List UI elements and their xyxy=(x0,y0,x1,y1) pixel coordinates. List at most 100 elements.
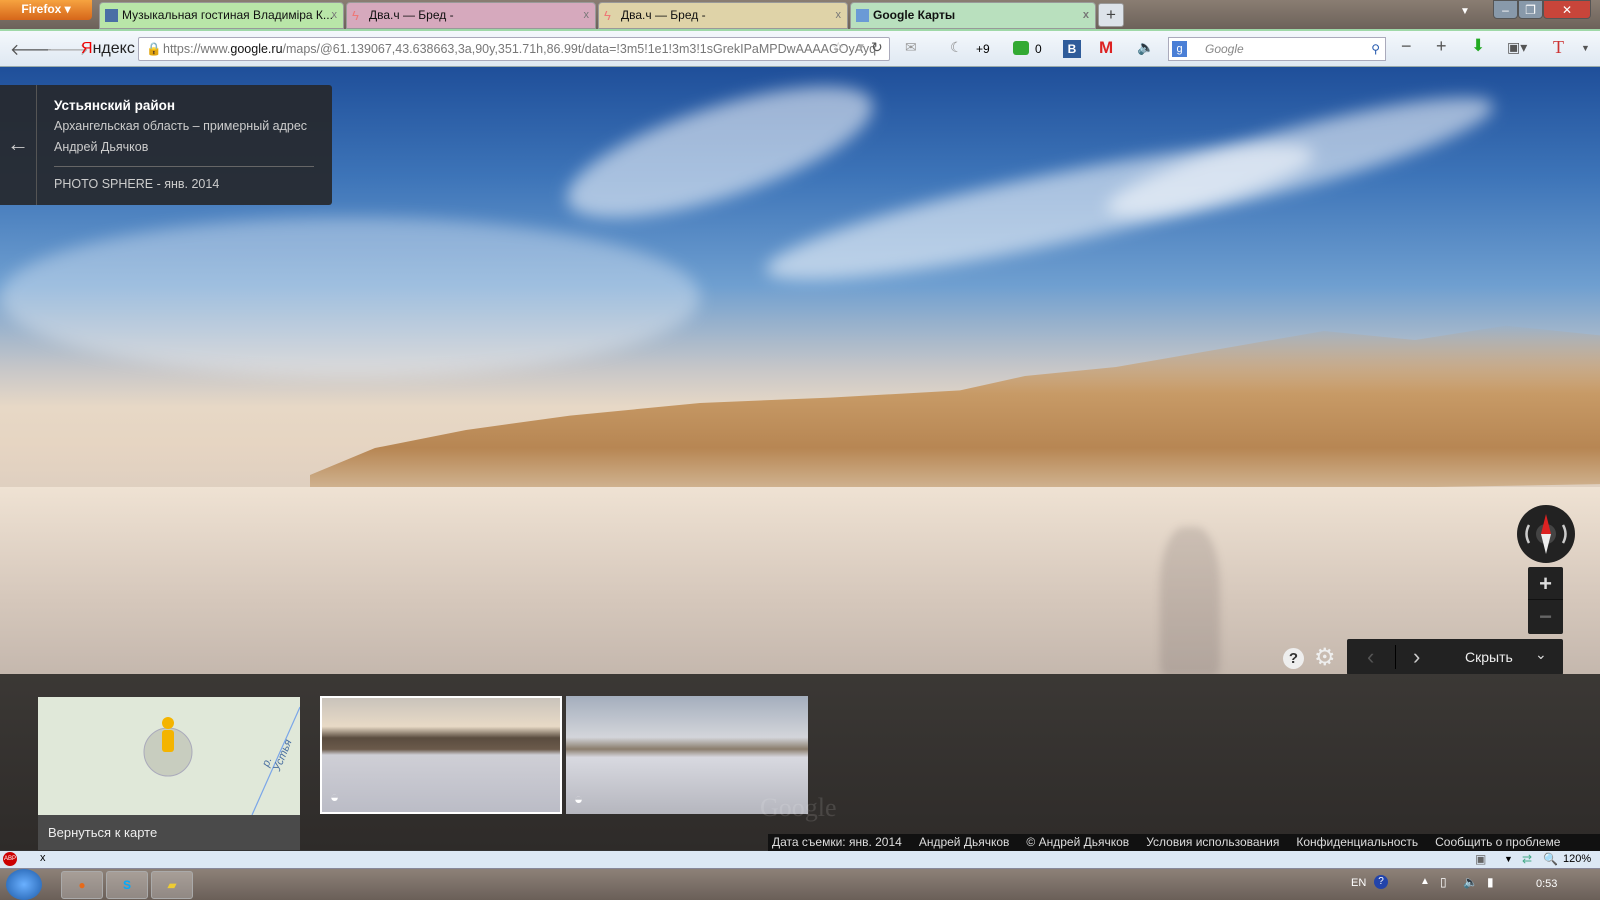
yandex-logo[interactable]: Яндекс xyxy=(81,40,135,58)
start-button[interactable] xyxy=(6,869,42,900)
divider xyxy=(54,166,314,167)
zoom-level[interactable]: 120% xyxy=(1563,853,1591,865)
lock-icon: 🔒 xyxy=(146,42,162,56)
place-subtitle[interactable]: Архангельская область – примерный адрес xyxy=(54,119,307,133)
tab-title: Google Карты xyxy=(873,8,956,22)
tab-music[interactable]: Музыкальная гостиная Владиміра К... x xyxy=(99,2,344,29)
network-icon[interactable]: ▯ xyxy=(1440,875,1447,889)
tab-title: Музыкальная гостиная Владиміра К... xyxy=(122,8,333,22)
translate-t-icon[interactable]: T xyxy=(1553,37,1564,58)
clock[interactable]: 0:53 xyxy=(1536,878,1557,890)
zoom-control: + − xyxy=(1528,567,1563,634)
vk-icon[interactable]: B xyxy=(1063,40,1081,58)
cloud xyxy=(553,67,887,245)
settings-gear-icon[interactable]: ⚙ xyxy=(1314,643,1336,672)
dropdown-icon[interactable]: ▼ xyxy=(1504,854,1513,864)
help-icon[interactable]: ? xyxy=(1283,648,1304,669)
zoom-in-icon[interactable]: + xyxy=(1436,36,1447,57)
tab-bar: Firefox ▾ Музыкальная гостиная Владиміра… xyxy=(0,0,1600,29)
cloud xyxy=(0,217,700,377)
firefox-menu-button[interactable]: Firefox ▾ xyxy=(0,0,92,20)
tab-dvach-2[interactable]: ϟ Два.ч — Бред - x xyxy=(598,2,848,29)
tab-dvach-1[interactable]: ϟ Два.ч — Бред - x xyxy=(346,2,596,29)
close-tab-icon[interactable]: x xyxy=(584,3,590,28)
google-search-engine-icon[interactable]: g xyxy=(1172,41,1187,57)
url-domain: google.ru xyxy=(230,42,283,56)
download-icon[interactable]: ⬇ xyxy=(1471,36,1485,56)
minimap-drawing xyxy=(143,706,300,815)
tab-list-icon[interactable]: ▼ xyxy=(1460,6,1470,17)
history-dropdown-icon[interactable]: ▼ xyxy=(856,42,866,53)
tray-expand-icon[interactable]: ▲ xyxy=(1420,876,1430,887)
language-indicator[interactable]: EN xyxy=(1351,877,1366,889)
reload-icon[interactable]: ↻ xyxy=(871,39,883,56)
search-icon[interactable]: ⚲ xyxy=(1371,38,1380,60)
moon-count: +9 xyxy=(976,42,990,56)
photo-info: PHOTO SPHERE - янв. 2014 xyxy=(54,177,220,191)
zoom-out-icon[interactable]: − xyxy=(1401,36,1412,57)
firefox-taskbar-icon[interactable]: ● xyxy=(61,871,103,899)
speaker-icon[interactable]: 🔈 xyxy=(1137,39,1154,56)
collapse-chevron-icon[interactable]: ⌄ xyxy=(1535,646,1547,663)
explorer-taskbar-icon[interactable]: ▰ xyxy=(151,871,193,899)
url-prefix: https://www. xyxy=(163,42,231,56)
report-problem-link[interactable]: Сообщить о проблеме xyxy=(1435,835,1560,849)
photosphere-icon: ◒ xyxy=(574,791,584,808)
author-link[interactable]: Андрей Дьячков xyxy=(919,835,1010,849)
google-watermark: Google xyxy=(760,793,837,822)
minimize-button[interactable]: – xyxy=(1493,0,1518,19)
back-to-map-button[interactable]: Вернуться к карте xyxy=(38,815,300,850)
copyright: © Андрей Дьячков xyxy=(1026,835,1130,849)
close-tab-icon[interactable]: x xyxy=(836,3,842,28)
green-count: 0 xyxy=(1035,42,1042,56)
close-window-button[interactable]: ✕ xyxy=(1543,0,1591,19)
skype-taskbar-icon[interactable]: S xyxy=(106,871,148,899)
filmstrip-control-bar: ‹ › Скрыть ⌄ xyxy=(1347,639,1563,675)
tab-google-maps[interactable]: Google Карты x xyxy=(850,2,1096,29)
next-photo-icon[interactable]: › xyxy=(1413,644,1420,670)
capture-date: Дата съемки: янв. 2014 xyxy=(772,835,902,849)
compass-control[interactable] xyxy=(1517,505,1575,563)
photo-thumbnail-selected[interactable]: ◒ xyxy=(320,696,562,814)
url-bar[interactable]: 🔒 https://www.google.ru/maps/@61.139067,4… xyxy=(138,37,890,61)
help-tray-icon[interactable]: ? xyxy=(1374,875,1388,889)
close-tab-icon[interactable]: x xyxy=(1083,3,1089,28)
tab-title: Два.ч — Бред - xyxy=(621,8,706,22)
search-box[interactable]: g Google ⚲ xyxy=(1168,37,1386,61)
privacy-link[interactable]: Конфиденциальность xyxy=(1296,835,1418,849)
mail-icon[interactable]: ✉ xyxy=(905,39,917,56)
prev-photo-icon[interactable]: ‹ xyxy=(1367,644,1374,670)
adblock-icon[interactable]: ABP xyxy=(3,852,17,866)
toolbar-overflow-icon[interactable]: ▼ xyxy=(1581,43,1590,53)
photosphere-icon: ◒ xyxy=(330,789,340,806)
minimap[interactable]: р. Устья xyxy=(38,697,300,815)
compass-icon xyxy=(1525,514,1567,554)
moon-icon[interactable]: ☾ xyxy=(950,39,963,56)
green-extension-icon[interactable] xyxy=(1013,41,1029,55)
zoom-in-button[interactable]: + xyxy=(1528,567,1563,600)
volume-icon[interactable]: 🔈 xyxy=(1463,875,1478,889)
back-arrow-icon[interactable]: ← xyxy=(0,85,37,205)
addon-bar: ABP x ▣ ▼ ⇄ 🔍 120% xyxy=(0,851,1600,869)
new-tab-button[interactable]: + xyxy=(1098,3,1124,27)
url-path: /maps/@61.139067,43.638663,3a,90y,351.71… xyxy=(282,42,877,56)
divider xyxy=(1395,645,1396,669)
close-tab-icon[interactable]: x xyxy=(332,3,338,28)
restore-button[interactable]: ❐ xyxy=(1518,0,1543,19)
screenshot-icon[interactable]: ▣ xyxy=(1475,852,1486,866)
sync-icon[interactable]: ⇄ xyxy=(1522,852,1532,866)
zoom-out-button[interactable]: − xyxy=(1528,600,1563,633)
bookmark-star-icon[interactable]: ☆ xyxy=(832,39,845,56)
gmail-icon[interactable]: M xyxy=(1099,38,1113,58)
hide-button[interactable]: Скрыть xyxy=(1465,649,1513,665)
close-addon-bar-icon[interactable]: x xyxy=(40,852,46,864)
photographer-shadow xyxy=(1160,527,1220,674)
magnifier-icon: 🔍 xyxy=(1543,852,1558,866)
power-icon[interactable]: ▮ xyxy=(1487,875,1494,889)
yandex-brand-text: Яндекс xyxy=(81,40,135,57)
navigation-toolbar: 🡐 🡒 Яндекс 🔒 https://www.google.ru/maps/@… xyxy=(0,29,1600,67)
author-link[interactable]: Андрей Дьячков xyxy=(54,140,148,154)
terms-link[interactable]: Условия использования xyxy=(1146,835,1279,849)
windows-taskbar: ● S ▰ EN ? ▲ ▯ 🔈 ▮ 0:53 xyxy=(0,869,1600,900)
bookmarks-menu-icon[interactable]: ▣▾ xyxy=(1507,39,1527,56)
